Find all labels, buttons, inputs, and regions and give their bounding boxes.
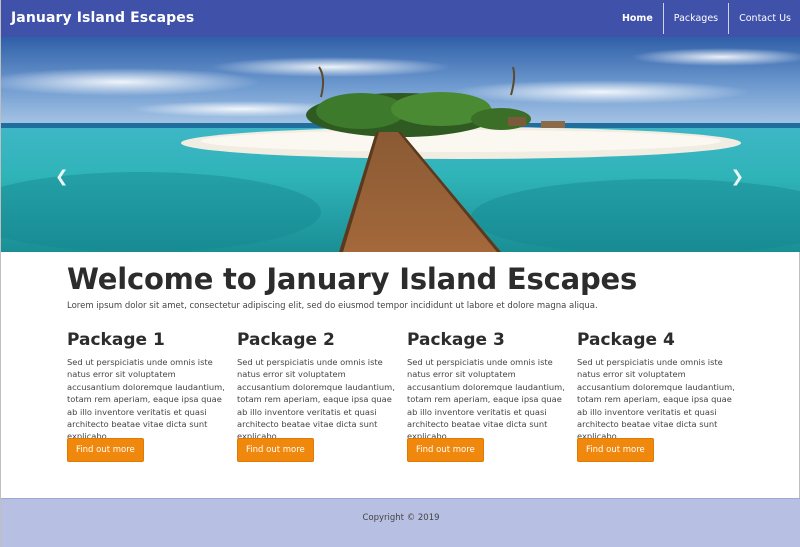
nav-item-home[interactable]: Home — [612, 0, 663, 37]
find-out-more-button[interactable]: Find out more — [67, 438, 144, 462]
package-title: Package 3 — [407, 330, 505, 350]
package-card-3: Package 3 Sed ut perspiciatis unde omnis… — [407, 330, 577, 462]
chevron-left-icon[interactable]: ❮ — [55, 167, 68, 186]
package-description: Sed ut perspiciatis unde omnis iste natu… — [237, 357, 395, 442]
find-out-more-button[interactable]: Find out more — [237, 438, 314, 462]
nav-item-packages[interactable]: Packages — [664, 0, 728, 37]
nav-menu: Home Packages Contact Us — [612, 0, 800, 37]
footer: Copyright © 2019 — [1, 498, 800, 547]
chevron-right-icon[interactable]: ❯ — [731, 167, 744, 186]
nav-item-contact-us[interactable]: Contact Us — [729, 0, 800, 37]
copyright-text: Copyright © 2019 — [362, 513, 440, 523]
package-description: Sed ut perspiciatis unde omnis iste natu… — [67, 357, 225, 442]
hero-image — [1, 37, 800, 252]
navbar: January Island Escapes Home Packages Con… — [1, 0, 800, 37]
package-description: Sed ut perspiciatis unde omnis iste natu… — [407, 357, 565, 442]
package-card-4: Package 4 Sed ut perspiciatis unde omnis… — [577, 330, 747, 462]
page: January Island Escapes Home Packages Con… — [0, 0, 800, 547]
hero-carousel[interactable]: ❮ ❯ — [1, 37, 800, 252]
package-card-2: Package 2 Sed ut perspiciatis unde omnis… — [237, 330, 407, 462]
package-title: Package 2 — [237, 330, 335, 350]
package-description: Sed ut perspiciatis unde omnis iste natu… — [577, 357, 735, 442]
find-out-more-button[interactable]: Find out more — [407, 438, 484, 462]
brand-logo[interactable]: January Island Escapes — [11, 10, 194, 26]
packages-section: Package 1 Sed ut perspiciatis unde omnis… — [67, 330, 747, 462]
package-title: Package 4 — [577, 330, 675, 350]
find-out-more-button[interactable]: Find out more — [577, 438, 654, 462]
intro-text: Lorem ipsum dolor sit amet, consectetur … — [67, 301, 598, 311]
package-card-1: Package 1 Sed ut perspiciatis unde omnis… — [67, 330, 237, 462]
package-title: Package 1 — [67, 330, 165, 350]
page-title: Welcome to January Island Escapes — [67, 262, 638, 296]
